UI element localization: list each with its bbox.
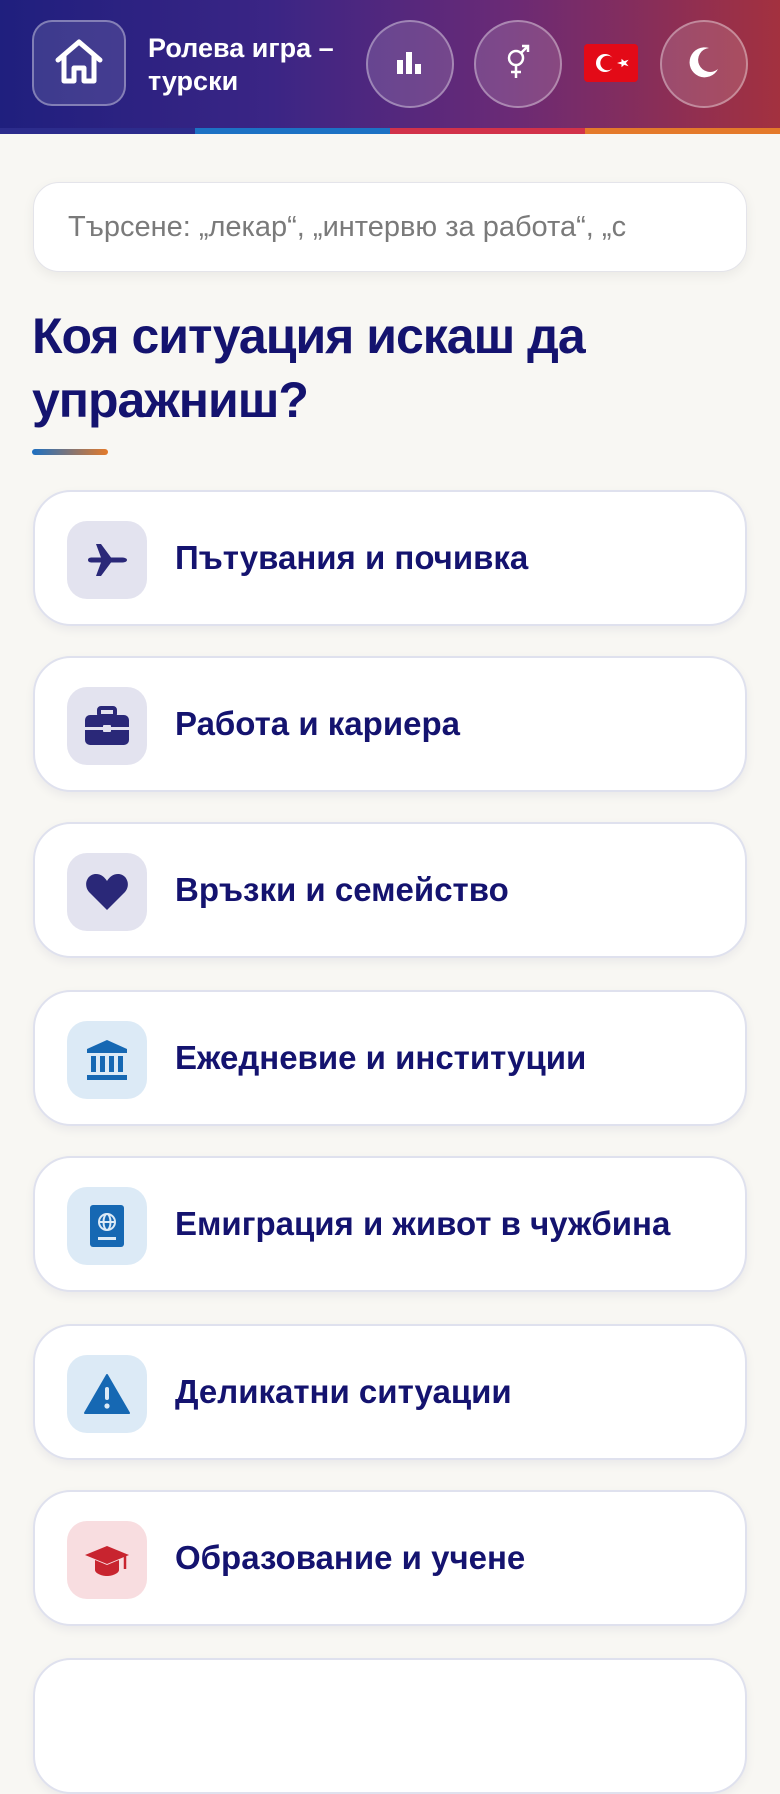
heart-icon: [67, 853, 147, 931]
category-label: Образование и учене: [175, 1539, 526, 1576]
institution-icon: [67, 1021, 147, 1099]
home-icon: [52, 36, 106, 91]
category-card-partial[interactable]: [33, 1658, 747, 1794]
app-title: Ролева игра – турски: [148, 33, 334, 96]
theme-toggle-button[interactable]: [660, 20, 748, 108]
graduation-cap-icon: [67, 1521, 147, 1599]
briefcase-icon: [67, 687, 147, 765]
language-flag-button[interactable]: [584, 44, 638, 82]
category-delicate[interactable]: Деликатни ситуации: [33, 1324, 747, 1460]
title-underline: [32, 449, 108, 455]
warning-icon: [67, 1355, 147, 1433]
category-label: Деликатни ситуации: [175, 1373, 512, 1410]
category-work[interactable]: Работа и кариера: [33, 656, 747, 792]
header-stripe: [0, 128, 780, 134]
passport-icon: [67, 1187, 147, 1265]
category-label: Пътувания и почивка: [175, 539, 529, 576]
category-daily-institutions[interactable]: Ежедневие и институции: [33, 990, 747, 1126]
moon-icon: [687, 45, 721, 84]
gender-icon: [504, 44, 532, 85]
airplane-icon: [67, 521, 147, 599]
app-header: Ролева игра – турски: [0, 0, 780, 128]
gender-button[interactable]: [474, 20, 562, 108]
category-emigration[interactable]: Емиграция и живот в чужбина: [33, 1156, 747, 1292]
category-travel[interactable]: Пътувания и почивка: [33, 490, 747, 626]
search-input[interactable]: [66, 209, 714, 245]
home-button[interactable]: [32, 20, 126, 106]
page-title: Коя ситуация искаш да упражниш?: [32, 308, 586, 428]
category-label: Емиграция и живот в чужбина: [175, 1205, 671, 1242]
search-box[interactable]: [33, 182, 747, 272]
stats-button[interactable]: [366, 20, 454, 108]
category-label: Ежедневие и институции: [175, 1039, 587, 1076]
turkey-flag-icon: [584, 44, 638, 86]
category-label: Връзки и семейство: [175, 871, 509, 908]
category-education[interactable]: Образование и учене: [33, 1490, 747, 1626]
category-label: Работа и кариера: [175, 705, 460, 742]
bar-chart-icon: [397, 50, 423, 79]
category-relationships[interactable]: Връзки и семейство: [33, 822, 747, 958]
